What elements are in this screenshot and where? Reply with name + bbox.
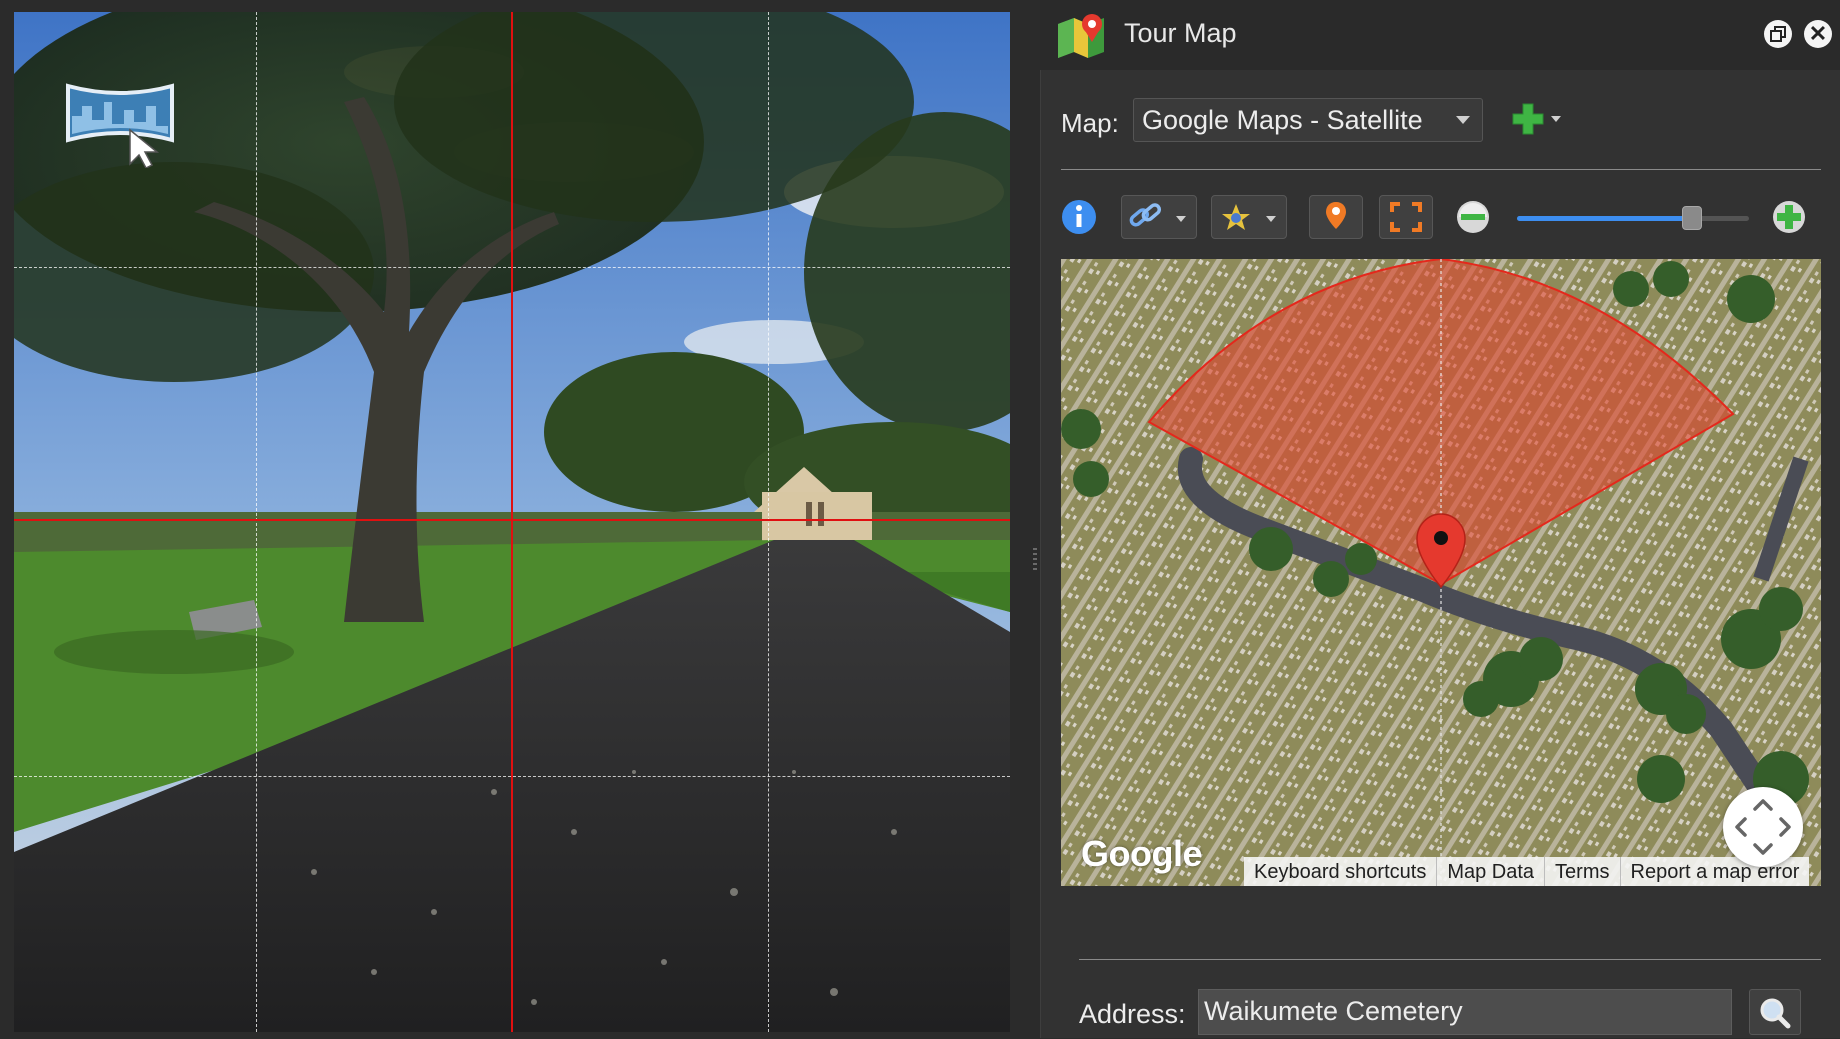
- panel-splitter[interactable]: [1030, 545, 1040, 585]
- terms-link[interactable]: Terms: [1545, 857, 1621, 886]
- zoom-in-button[interactable]: [1767, 195, 1811, 239]
- google-logo: Google: [1081, 833, 1203, 874]
- satellite-map: [1061, 259, 1821, 886]
- map-label: Map:: [1061, 108, 1119, 138]
- add-map-button[interactable]: [1509, 100, 1569, 140]
- zoom-slider-fill: [1517, 216, 1692, 221]
- zoom-slider[interactable]: [1517, 206, 1749, 230]
- hotspot-button[interactable]: [1211, 195, 1287, 239]
- plus-icon: [1773, 201, 1805, 233]
- grid-line-vertical: [768, 12, 769, 1032]
- grid-line-vertical: [256, 12, 257, 1032]
- chevron-down-icon: [1456, 116, 1470, 124]
- minus-icon: [1457, 201, 1489, 233]
- fullscreen-icon: [1390, 202, 1422, 232]
- map-pin-icon: [1326, 202, 1346, 229]
- section-divider: [1079, 959, 1821, 960]
- plus-icon: [1512, 103, 1561, 135]
- section-divider: [1061, 169, 1821, 170]
- link-button[interactable]: [1121, 195, 1197, 239]
- map-pin-button[interactable]: [1309, 195, 1363, 239]
- info-button[interactable]: [1059, 195, 1099, 239]
- map-view[interactable]: Google Keyboard shortcuts Map Data Terms…: [1061, 259, 1821, 886]
- zoom-out-button[interactable]: [1453, 195, 1493, 239]
- magnifier-icon: [1760, 998, 1791, 1029]
- restore-icon: [1770, 26, 1786, 42]
- crosshair-horizontal: [14, 519, 1010, 521]
- panel-title: Tour Map: [1124, 18, 1237, 48]
- map-pan-control[interactable]: [1723, 787, 1803, 867]
- zoom-slider-thumb[interactable]: [1682, 206, 1702, 230]
- crosshair-vertical: [511, 12, 513, 1032]
- tour-map-icon: [1054, 8, 1108, 62]
- close-icon: ✕: [1808, 21, 1828, 46]
- pan-arrows-icon: [1735, 799, 1791, 855]
- address-label: Address:: [1079, 999, 1186, 1029]
- fullscreen-button[interactable]: [1379, 195, 1433, 239]
- address-search-button[interactable]: [1749, 989, 1801, 1035]
- map-provider-value: Google Maps - Satellite: [1142, 105, 1423, 135]
- address-input[interactable]: Waikumete Cemetery: [1198, 989, 1732, 1035]
- panel-body: Map: Google Maps - Satellite Google Keyb…: [1040, 70, 1840, 1038]
- title-bar: Tour Map ✕: [1040, 0, 1840, 70]
- map-provider-select[interactable]: Google Maps - Satellite: [1133, 98, 1483, 142]
- tour-map-panel: Tour Map ✕ Map: Google Maps - Satellite: [1040, 0, 1840, 1038]
- link-icon: [1129, 203, 1162, 227]
- map-data-link[interactable]: Map Data: [1437, 857, 1546, 886]
- keyboard-shortcuts-link[interactable]: Keyboard shortcuts: [1244, 857, 1438, 886]
- hotspot-icon: [1222, 204, 1250, 230]
- restore-button[interactable]: [1764, 20, 1792, 48]
- close-button[interactable]: ✕: [1804, 20, 1832, 48]
- info-icon: [1062, 200, 1096, 234]
- panorama-viewer[interactable]: [14, 12, 1010, 1032]
- panorama-cursor-icon[interactable]: [60, 76, 180, 169]
